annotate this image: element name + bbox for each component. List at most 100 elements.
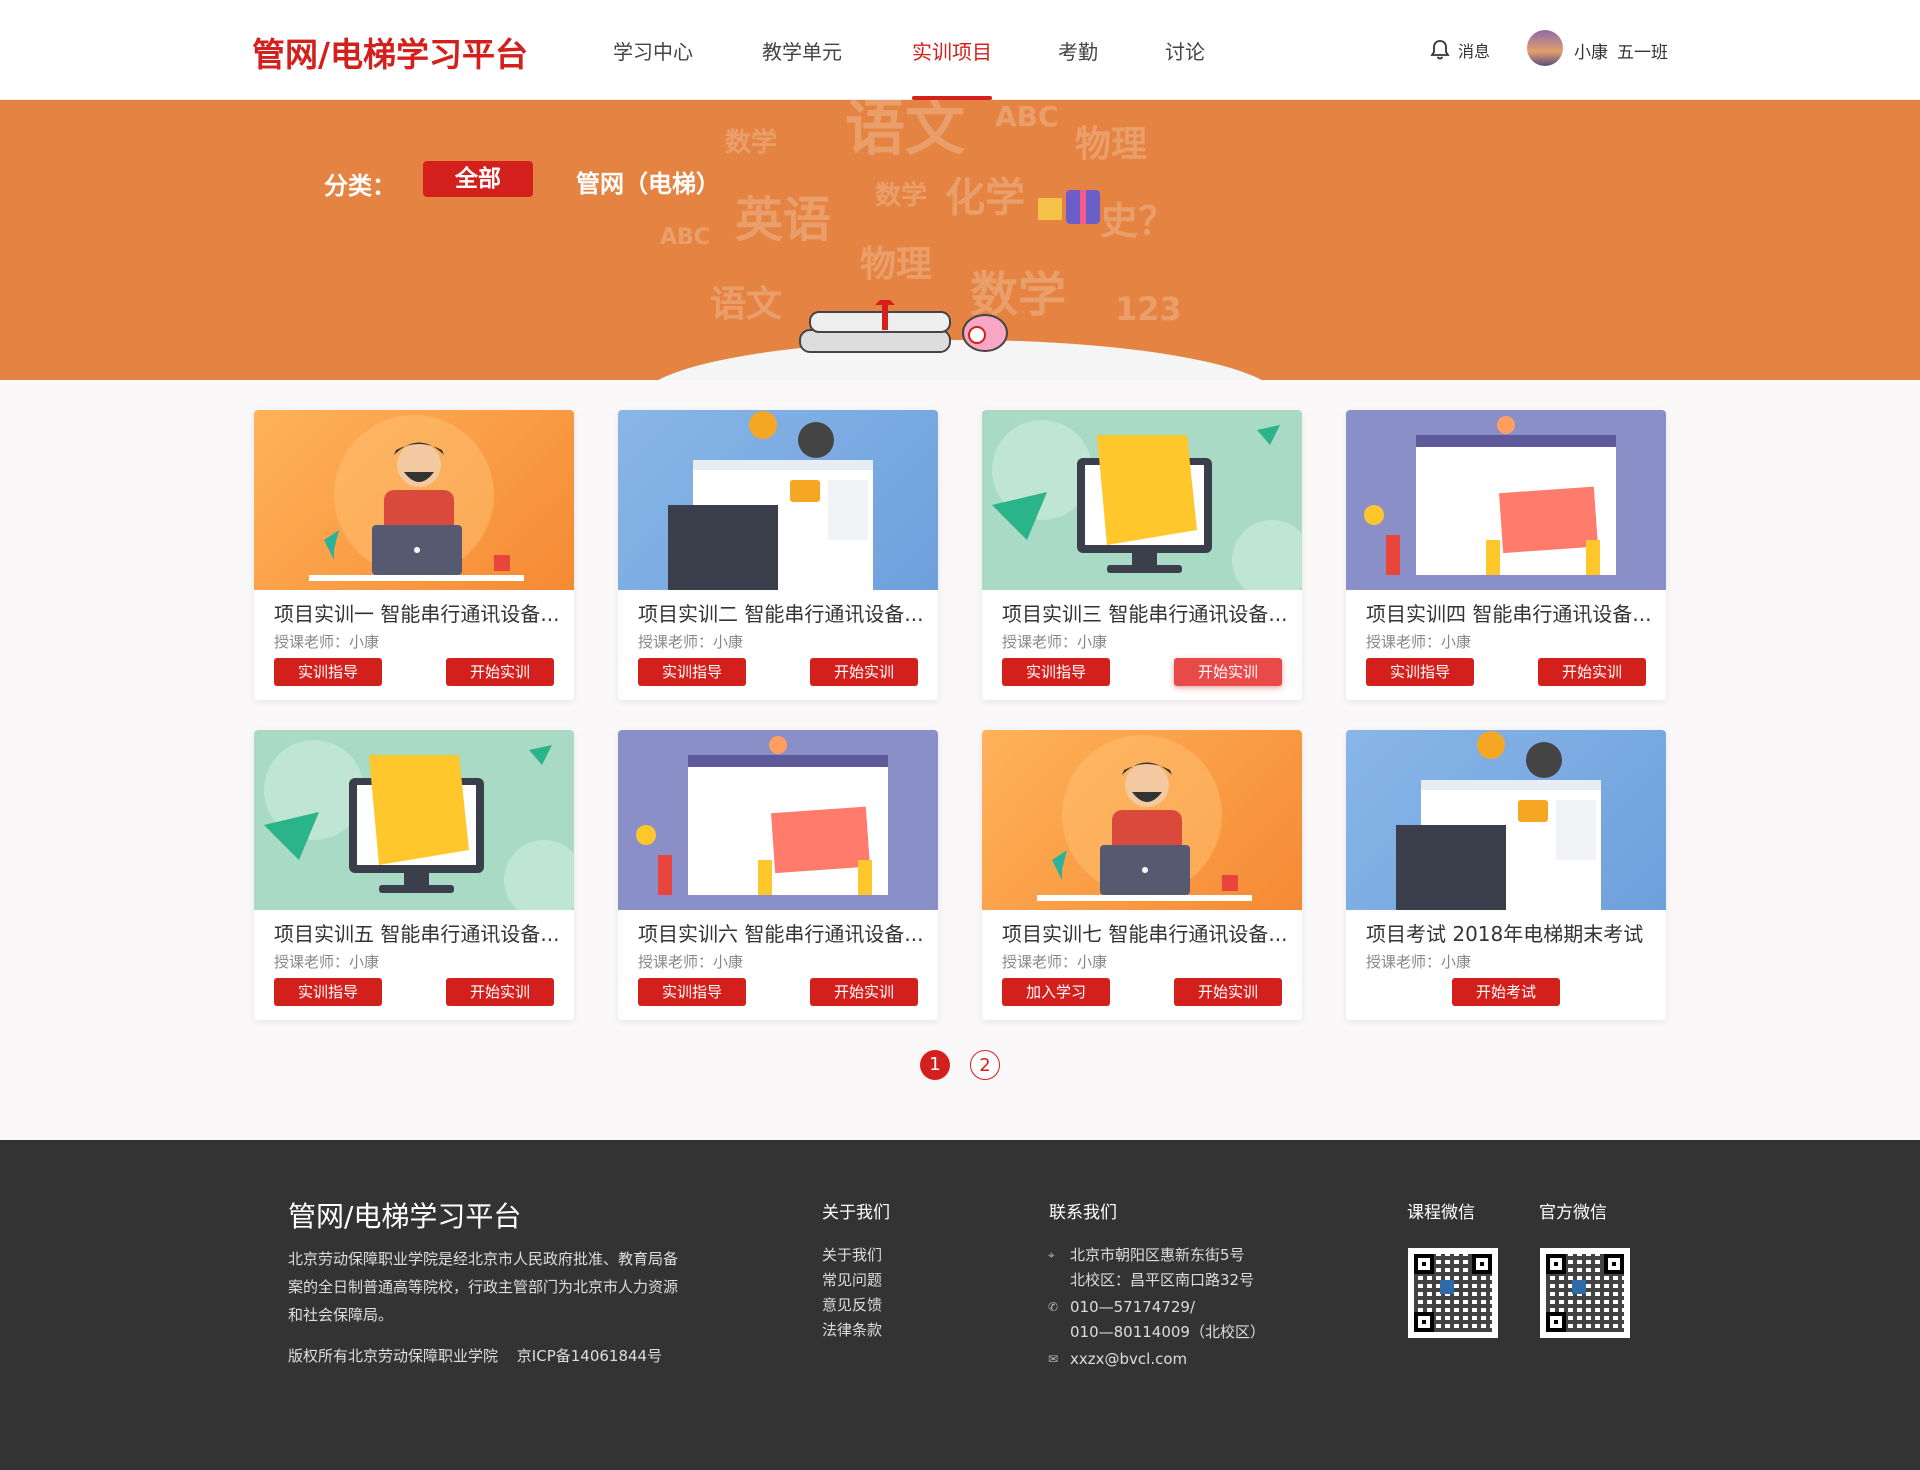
banner-decoration: 物理 [1075,124,1148,165]
course-title[interactable]: 项目考试 2018年电梯期末考试 [1366,918,1656,947]
training-guide-button[interactable]: 实训指导 [1366,658,1474,686]
messages-button[interactable]: 消息 [1430,38,1490,62]
webpage-illustration [1396,731,1601,910]
course-thumbnail[interactable] [618,730,938,910]
course-card[interactable]: 项目实训二 智能串行通讯设备... 授课老师：小康 实训指导 开始实训 [618,410,938,700]
start-training-button[interactable]: 开始实训 [1538,658,1646,686]
banner-decoration: 史？ [1100,199,1177,243]
course-title[interactable]: 项目实训二 智能串行通讯设备... [638,598,928,627]
nav-teaching-units[interactable]: 教学单元 [762,36,842,65]
start-training-button[interactable]: 开始实训 [1174,658,1282,686]
phone-main: 010—57174729/ [1070,1298,1196,1316]
legal-link[interactable]: 法律条款 [822,1318,882,1343]
course-card[interactable]: 项目实训三 智能串行通讯设备... 授课老师：小康 实训指导 开始实训 [982,410,1302,700]
cup-icon [962,314,1008,352]
course-title[interactable]: 项目实训六 智能串行通讯设备... [638,918,928,947]
course-thumbnail[interactable] [1346,730,1666,910]
course-thumbnail[interactable] [618,410,938,590]
phone-icon: ✆ [1048,1300,1059,1314]
training-guide-button[interactable]: 实训指导 [274,978,382,1006]
category-banner: 语文 ABC 数学 物理 英语 数学 化学 史？ ABC 物理 语文 数学 12… [0,100,1920,380]
feedback-link[interactable]: 意见反馈 [822,1293,882,1318]
faq-link[interactable]: 常见问题 [822,1268,882,1293]
messages-label: 消息 [1458,42,1491,61]
contact-heading: 联系我们 [1049,1203,1117,1223]
banner-decoration: 语文 [845,100,965,164]
start-training-button[interactable]: 开始实训 [810,978,918,1006]
banner-decoration: 语文 [710,284,783,325]
course-title[interactable]: 项目实训一 智能串行通讯设备... [274,598,564,627]
mail-icon: ✉ [1048,1352,1059,1366]
training-guide-button[interactable]: 实训指导 [638,658,746,686]
course-thumbnail[interactable] [982,410,1302,590]
start-training-button[interactable]: 开始实训 [446,978,554,1006]
nav-attendance[interactable]: 考勤 [1058,36,1098,65]
start-training-button[interactable]: 开始实训 [446,658,554,686]
category-pipe-elevator-button[interactable]: 管网（电梯） [576,164,720,199]
books-illustration [799,300,951,353]
banner-decoration: 化学 [945,175,1025,221]
bell-icon [1430,40,1450,60]
page-1-button[interactable]: 1 [920,1050,950,1080]
join-study-button[interactable]: 加入学习 [1002,978,1110,1006]
course-thumbnail[interactable] [254,410,574,590]
footer-description: 北京劳动保障职业学院是经北京市人民政府批准、教育局备案的全日制普通高等院校，行政… [288,1250,679,1324]
nav-training-projects[interactable]: 实训项目 [912,36,992,65]
banner-decoration: 物理 [860,244,933,285]
page-2-button[interactable]: 2 [970,1050,1000,1080]
about-links: 关于我们 常见问题 意见反馈 法律条款 [822,1243,882,1343]
course-title[interactable]: 项目实训七 智能串行通讯设备... [1002,918,1292,947]
nav-learning-center[interactable]: 学习中心 [613,36,693,65]
course-wechat-qr-code [1408,1248,1498,1338]
course-card[interactable]: 项目实训五 智能串行通讯设备... 授课老师：小康 实训指导 开始实训 [254,730,574,1020]
contact-info: ⌖ 北京市朝阳区惠新东街5号 北校区：昌平区南口路32号 ✆ 010—57174… [1048,1243,1265,1372]
course-title[interactable]: 项目实训四 智能串行通讯设备... [1366,598,1656,627]
gift-icon [1038,190,1100,224]
course-thumbnail[interactable] [982,730,1302,910]
avatar[interactable] [1527,30,1563,66]
team-illustration [636,736,888,895]
footer-logo: 管网/电梯学习平台 [288,1200,522,1233]
training-guide-button[interactable]: 实训指导 [638,978,746,1006]
course-wechat-label: 课程微信 [1407,1203,1475,1223]
address-main: 北京市朝阳区惠新东街5号 [1070,1246,1245,1264]
monitor-code-illustration [264,740,574,910]
course-title[interactable]: 项目实训三 智能串行通讯设备... [1002,598,1292,627]
category-all-button[interactable]: 全部 [423,161,533,197]
banner-decoration: ABC [995,100,1059,133]
training-guide-button[interactable]: 实训指导 [274,658,382,686]
user-class: 五一班 [1617,43,1668,63]
site-footer: 管网/电梯学习平台 北京劳动保障职业学院是经北京市人民政府批准、教育局备案的全日… [0,1140,1920,1470]
start-exam-button[interactable]: 开始考试 [1452,978,1560,1006]
course-card[interactable]: 项目实训七 智能串行通讯设备... 授课老师：小康 加入学习 开始实训 [982,730,1302,1020]
course-title[interactable]: 项目实训五 智能串行通讯设备... [274,918,564,947]
course-card[interactable]: 项目考试 2018年电梯期末考试 授课老师：小康 开始考试 [1346,730,1666,1020]
course-teacher: 授课老师：小康 [638,953,744,971]
start-training-button[interactable]: 开始实训 [810,658,918,686]
category-label: 分类： [324,172,396,200]
course-thumbnail[interactable] [1346,410,1666,590]
course-teacher: 授课老师：小康 [274,633,380,651]
course-card[interactable]: 项目实训六 智能串行通讯设备... 授课老师：小康 实训指导 开始实训 [618,730,938,1020]
team-illustration [1364,416,1616,575]
top-header: 管网/电梯学习平台 学习中心 教学单元 实训项目 考勤 讨论 消息 小康 五一班 [0,0,1920,100]
banner-decoration: ABC [660,225,710,250]
course-teacher: 授课老师：小康 [1002,953,1108,971]
icp-text[interactable]: 京ICP备14061844号 [517,1347,662,1365]
course-card[interactable]: 项目实训四 智能串行通讯设备... 授课老师：小康 实训指导 开始实训 [1346,410,1666,700]
course-teacher: 授课老师：小康 [274,953,380,971]
course-thumbnail[interactable] [254,730,574,910]
site-logo[interactable]: 管网/电梯学习平台 [252,28,528,76]
nav-discussion[interactable]: 讨论 [1165,36,1205,65]
user-name[interactable]: 小康 [1574,38,1608,63]
webpage-illustration [668,411,873,590]
email[interactable]: xxzx@bvcl.com [1070,1347,1187,1372]
start-training-button[interactable]: 开始实训 [1174,978,1282,1006]
training-guide-button[interactable]: 实训指导 [1002,658,1110,686]
course-teacher: 授课老师：小康 [1366,953,1472,971]
course-card[interactable]: 项目实训一 智能串行通讯设备... 授课老师：小康 实训指导 开始实训 [254,410,574,700]
about-us-link[interactable]: 关于我们 [822,1243,882,1268]
monitor-code-illustration [992,420,1302,590]
official-wechat-label: 官方微信 [1539,1203,1607,1223]
address-north: 北校区：昌平区南口路32号 [1070,1271,1255,1289]
